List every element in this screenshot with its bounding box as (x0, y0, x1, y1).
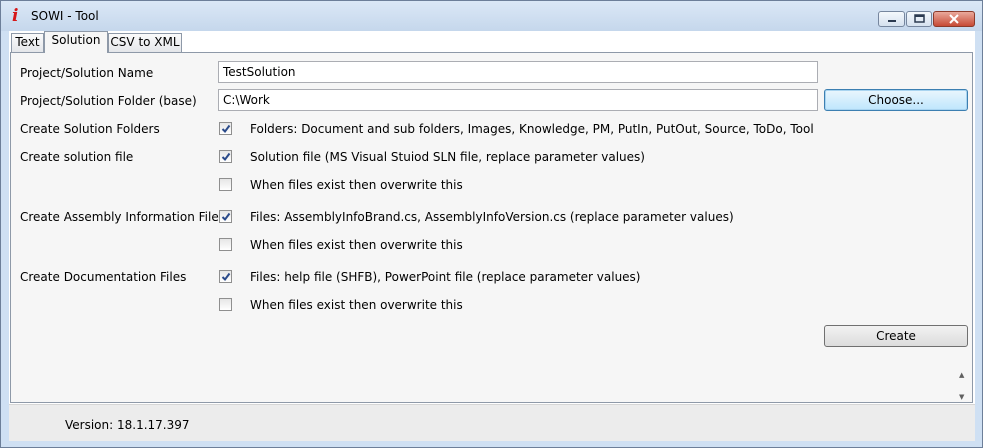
project-name-label: Project/Solution Name (20, 66, 154, 80)
assembly-info-overwrite-checkbox[interactable] (219, 238, 232, 251)
tab-strip: Text Solution CSV to XML (9, 31, 975, 53)
vertical-scrollbar[interactable]: ▲ ▼ (955, 371, 971, 401)
project-folder-input[interactable]: C:\Work (218, 89, 818, 111)
checkmark-icon (221, 212, 231, 222)
choose-folder-button[interactable]: Choose... (824, 89, 968, 111)
minimize-icon (888, 20, 896, 22)
tab-text[interactable]: Text (11, 33, 44, 52)
info-i-icon: i (12, 6, 19, 26)
create-documentation-label: Create Documentation Files (20, 270, 187, 284)
checkmark-icon (221, 152, 231, 162)
create-solution-folders-label: Create Solution Folders (20, 122, 160, 136)
solution-file-option-label: Solution file (MS Visual Stuiod SLN file… (250, 150, 645, 164)
solution-folders-checkbox[interactable] (219, 122, 232, 135)
documentation-overwrite-checkbox[interactable] (219, 298, 232, 311)
scroll-down-arrow-icon[interactable]: ▼ (959, 393, 964, 401)
version-label: Version: 18.1.17.397 (65, 418, 190, 432)
solution-panel: Project/Solution Name TestSolution Proje… (10, 52, 973, 403)
scroll-up-arrow-icon[interactable]: ▲ (959, 371, 964, 379)
status-bar: Version: 18.1.17.397 (9, 404, 975, 441)
solution-folders-option-label: Folders: Document and sub folders, Image… (250, 122, 814, 136)
minimize-button[interactable] (878, 11, 905, 27)
documentation-option-label: Files: help file (SHFB), PowerPoint file… (250, 270, 641, 284)
assembly-info-overwrite-label: When files exist then overwrite this (250, 238, 463, 252)
maximize-button[interactable] (906, 11, 932, 27)
project-folder-label: Project/Solution Folder (base) (20, 94, 197, 108)
documentation-checkbox[interactable] (219, 270, 232, 283)
assembly-info-option-label: Files: AssemblyInfoBrand.cs, AssemblyInf… (250, 210, 734, 224)
client-area: Text Solution CSV to XML Project/Solutio… (9, 31, 975, 404)
solution-file-overwrite-label: When files exist then overwrite this (250, 178, 463, 192)
create-solution-file-label: Create solution file (20, 150, 134, 164)
tab-solution[interactable]: Solution (44, 31, 108, 53)
application-window: i SOWI - Tool Text Solution CSV to XML P… (0, 0, 983, 448)
checkmark-icon (221, 272, 231, 282)
maximize-icon (914, 14, 925, 23)
close-button[interactable] (933, 11, 975, 27)
solution-file-overwrite-checkbox[interactable] (219, 178, 232, 191)
create-assembly-info-label: Create Assembly Information Files (20, 210, 225, 224)
close-icon (949, 14, 959, 24)
solution-file-checkbox[interactable] (219, 150, 232, 163)
project-name-input[interactable]: TestSolution (218, 61, 818, 83)
title-bar[interactable]: i SOWI - Tool (1, 1, 982, 31)
assembly-info-checkbox[interactable] (219, 210, 232, 223)
checkmark-icon (221, 124, 231, 134)
documentation-overwrite-label: When files exist then overwrite this (250, 298, 463, 312)
tab-csv-to-xml[interactable]: CSV to XML (108, 33, 182, 52)
create-button[interactable]: Create (824, 325, 968, 347)
window-title: SOWI - Tool (31, 9, 99, 23)
